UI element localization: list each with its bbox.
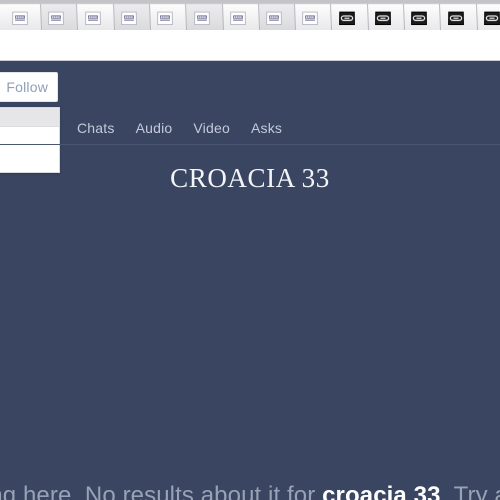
follow-button-label: Follow bbox=[6, 79, 48, 95]
tab-list bbox=[0, 0, 500, 30]
browser-window: Follow Chats Audio Video Asks CROACIA 33 Th… bbox=[0, 0, 500, 500]
link-favicon bbox=[448, 12, 464, 25]
people-favicon bbox=[230, 12, 246, 25]
link-favicon bbox=[375, 12, 391, 25]
people-favicon bbox=[121, 12, 137, 25]
people-favicon bbox=[302, 12, 318, 25]
nav-item-chats[interactable]: Chats bbox=[77, 120, 115, 136]
nav-item-audio[interactable]: Audio bbox=[136, 120, 173, 136]
nav-item-video[interactable]: Video bbox=[193, 120, 230, 136]
people-favicon bbox=[12, 12, 28, 26]
page-title: CROACIA 33 bbox=[170, 163, 330, 193]
link-favicon bbox=[484, 12, 500, 25]
follow-button[interactable]: Follow bbox=[0, 72, 58, 102]
empty-state-prefix: There's nothing here. No results about i… bbox=[0, 482, 316, 500]
browser-tab-strip bbox=[0, 0, 500, 30]
nav-item-list: Chats Audio Video Asks bbox=[77, 120, 282, 136]
empty-state-query: croacia 33 bbox=[322, 482, 441, 500]
link-favicon bbox=[339, 12, 355, 25]
nav-item-asks[interactable]: Asks bbox=[251, 120, 282, 136]
browser-toolbar[interactable] bbox=[0, 30, 500, 61]
people-favicon bbox=[266, 12, 282, 25]
people-favicon bbox=[194, 12, 210, 25]
link-favicon bbox=[411, 12, 427, 25]
empty-state-message: There's nothing here. No results about i… bbox=[0, 482, 500, 500]
browser-tab[interactable] bbox=[0, 3, 42, 30]
people-favicon bbox=[85, 12, 101, 25]
empty-state-suffix: . Try another search? bbox=[440, 482, 500, 500]
people-favicon bbox=[48, 12, 64, 25]
profile-navbar: Chats Audio Video Asks bbox=[0, 114, 500, 145]
page-content: Follow Chats Audio Video Asks CROACIA 33 Th… bbox=[0, 62, 500, 500]
people-favicon bbox=[157, 12, 173, 25]
